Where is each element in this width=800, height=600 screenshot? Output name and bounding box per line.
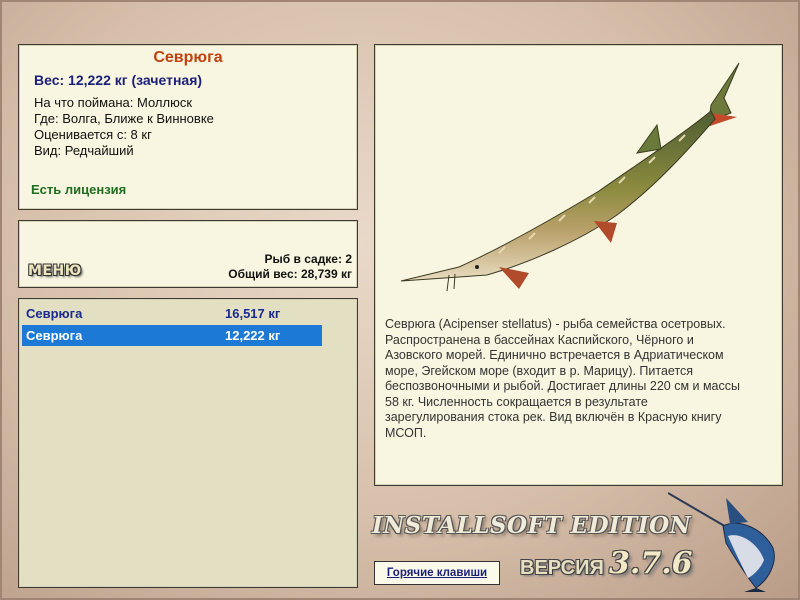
fish-list: Севрюга 16,517 кг Севрюга 12,222 кг bbox=[18, 298, 358, 588]
catch-info-panel: Севрюга Вес: 12,222 кг (зачетная) На что… bbox=[18, 44, 358, 210]
sturgeon-image bbox=[400, 62, 740, 292]
list-item[interactable]: Севрюга 16,517 кг bbox=[22, 303, 322, 324]
bait-info: На что поймана: Моллюск bbox=[34, 95, 193, 110]
valued-from-info: Оценивается с: 8 кг bbox=[34, 127, 152, 142]
fish-weight: 16,517 кг bbox=[225, 306, 281, 321]
list-item-selected[interactable]: Севрюга 12,222 кг bbox=[22, 325, 322, 346]
catch-weight: Вес: 12,222 кг (зачетная) bbox=[34, 72, 203, 88]
fish-name: Севрюга bbox=[26, 328, 83, 343]
license-status: Есть лицензия bbox=[31, 182, 127, 197]
fish-count: Рыб в садке: 2 bbox=[264, 252, 352, 266]
species-description: Севрюга (Acipenser stellatus) - рыба сем… bbox=[385, 317, 740, 440]
marlin-logo-icon bbox=[668, 492, 775, 592]
species-title: Севрюга bbox=[153, 49, 223, 66]
fish-name: Севрюга bbox=[26, 306, 83, 321]
version-label: ВЕРСИЯ bbox=[520, 557, 604, 579]
fish-detail-panel: Севрюга (Acipenser stellatus) - рыба сем… bbox=[374, 44, 783, 486]
rarity-info: Вид: Редчайший bbox=[34, 143, 134, 158]
edition-logo-text: INSTALLSOFT EDITION bbox=[372, 512, 692, 539]
fish-weight: 12,222 кг bbox=[225, 328, 281, 343]
menu-button[interactable]: МЕНЮ bbox=[28, 263, 82, 279]
location-info: Где: Волга, Ближе к Винновке bbox=[34, 111, 214, 126]
keepnet-panel: МЕНЮ Рыб в садке: 2 Общий вес: 28,739 кг bbox=[18, 220, 358, 288]
total-weight: Общий вес: 28,739 кг bbox=[228, 267, 352, 281]
hotkeys-button[interactable]: Горячие клавиши bbox=[374, 561, 500, 585]
